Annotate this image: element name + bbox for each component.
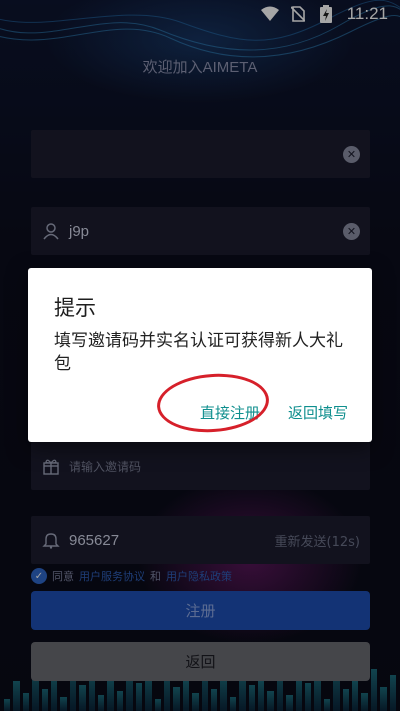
dialog-message: 填写邀请码并实名认证可获得新人大礼包 [54, 331, 343, 374]
dialog-title: 提示 [54, 296, 96, 320]
back-fill-button[interactable]: 返回填写 [288, 402, 348, 423]
